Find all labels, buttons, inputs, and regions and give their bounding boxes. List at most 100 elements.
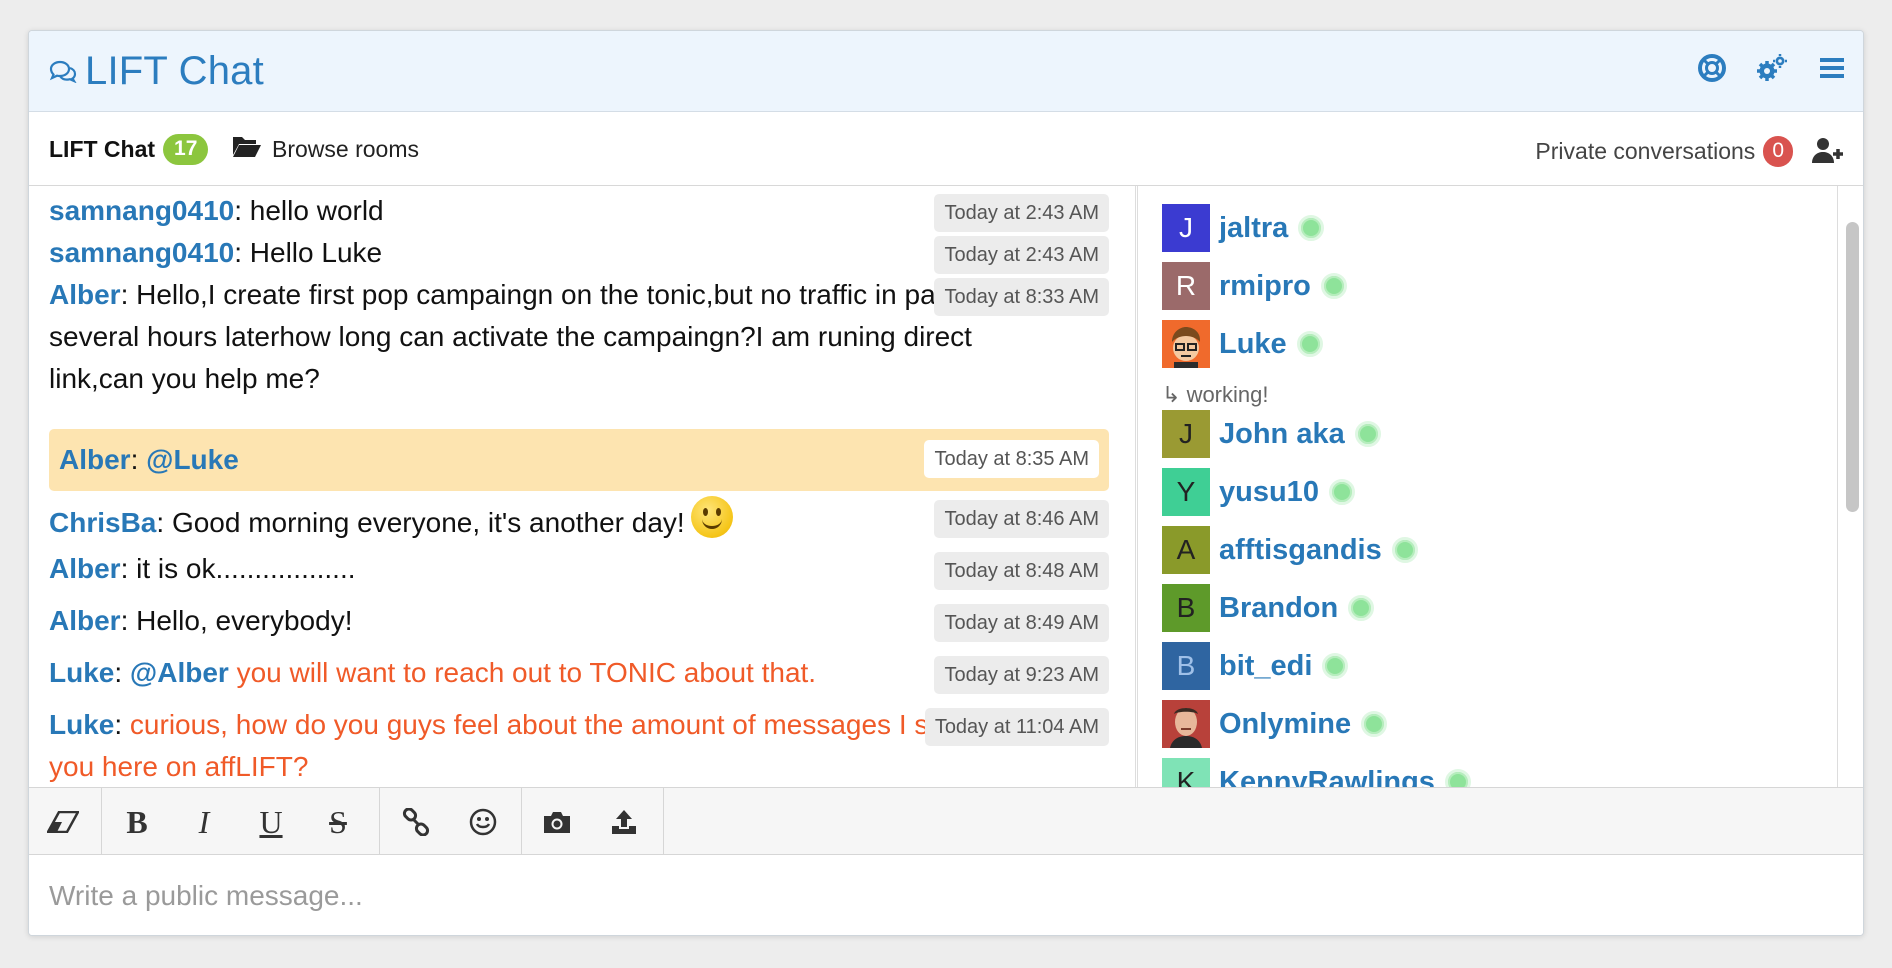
- user-list-item[interactable]: R rmipro: [1162, 262, 1347, 310]
- online-status-icon: [1444, 769, 1471, 787]
- avatar: R: [1162, 262, 1210, 310]
- camera-icon[interactable]: [537, 802, 577, 842]
- user-list-item[interactable]: J John aka: [1162, 410, 1381, 458]
- user-list-item[interactable]: J jaltra: [1162, 204, 1325, 252]
- online-status-icon: [1361, 711, 1388, 737]
- browse-rooms-button[interactable]: Browse rooms: [232, 134, 419, 164]
- message-timestamp: Today at 8:33 AM: [934, 278, 1109, 316]
- eraser-icon[interactable]: [43, 802, 83, 842]
- message-timestamp: Today at 9:23 AM: [934, 656, 1109, 694]
- message-item: Luke: curious, how do you guys feel abou…: [49, 704, 1109, 787]
- user-name[interactable]: afftisgandis: [1219, 534, 1382, 567]
- message-text: it is ok..................: [136, 553, 356, 584]
- message-item: ChrisBa: Good morning everyone, it's ano…: [49, 496, 1109, 544]
- user-list-item[interactable]: Onlymine: [1162, 700, 1388, 748]
- message-item: Alber: Hello,I create first pop campaing…: [49, 274, 1109, 400]
- toolbar-separator: [379, 788, 380, 854]
- user-name[interactable]: bit_edi: [1219, 650, 1312, 683]
- user-list-item[interactable]: Luke: [1162, 320, 1323, 368]
- avatar: K: [1162, 758, 1210, 787]
- message-mention[interactable]: @Alber: [130, 657, 229, 688]
- user-name[interactable]: jaltra: [1219, 212, 1288, 245]
- online-status-icon: [1354, 421, 1381, 447]
- help-lifebuoy-icon[interactable]: [1695, 51, 1729, 85]
- message-author[interactable]: Alber: [49, 605, 121, 636]
- user-list-item[interactable]: B bit_edi: [1162, 642, 1349, 690]
- message-text: you will want to reach out to TONIC abou…: [236, 657, 817, 688]
- user-list[interactable]: J jaltra R rmipro Luke ↳ working! J John…: [1137, 186, 1863, 787]
- smiley-icon[interactable]: [463, 802, 503, 842]
- message-text: Good morning everyone, it's another day!: [171, 507, 685, 538]
- message-author[interactable]: Alber: [49, 553, 121, 584]
- link-icon[interactable]: [396, 802, 436, 842]
- message-text: Hello Luke: [249, 237, 383, 268]
- user-name[interactable]: Brandon: [1219, 592, 1338, 625]
- user-list-scrollbar[interactable]: [1837, 186, 1863, 787]
- message-item-mention-highlight: Alber: @Luke Today at 8:35 AM: [49, 429, 1109, 491]
- upload-icon[interactable]: [604, 802, 644, 842]
- message-text: hello world: [249, 195, 384, 226]
- bold-button[interactable]: B: [117, 802, 157, 842]
- user-name[interactable]: John aka: [1219, 418, 1345, 451]
- online-status-icon: [1322, 653, 1349, 679]
- online-status-icon: [1296, 331, 1323, 357]
- avatar: [1162, 700, 1210, 748]
- message-timestamp: Today at 8:35 AM: [924, 440, 1099, 478]
- message-text: curious, how do you guys feel about the …: [49, 709, 976, 782]
- user-list-item[interactable]: B Brandon: [1162, 584, 1375, 632]
- message-author[interactable]: samnang0410: [49, 237, 234, 268]
- message-item: Luke: @Alber you will want to reach out …: [49, 652, 1109, 694]
- user-list-item[interactable]: K KennyRawlings: [1162, 758, 1471, 787]
- user-name[interactable]: yusu10: [1219, 476, 1319, 509]
- message-author[interactable]: Alber: [49, 279, 121, 310]
- message-timestamp: Today at 2:43 AM: [934, 236, 1109, 274]
- message-author[interactable]: samnang0410: [49, 195, 234, 226]
- menu-icon[interactable]: [1815, 51, 1849, 85]
- message-author[interactable]: Luke: [49, 709, 114, 740]
- online-status-icon: [1348, 595, 1375, 621]
- online-status-icon: [1320, 273, 1347, 299]
- settings-gears-icon[interactable]: [1755, 51, 1789, 85]
- avatar: B: [1162, 584, 1210, 632]
- underline-button[interactable]: U: [251, 802, 291, 842]
- user-status-message: ↳ working!: [1162, 382, 1268, 408]
- add-user-icon[interactable]: [1811, 136, 1845, 166]
- avatar: A: [1162, 526, 1210, 574]
- message-timestamp: Today at 8:46 AM: [934, 500, 1109, 538]
- online-status-icon: [1391, 537, 1418, 563]
- user-status-text: working!: [1186, 382, 1269, 407]
- message-text: Hello,I create first pop campaingn on th…: [49, 279, 972, 394]
- chat-header: LIFT Chat: [29, 31, 1863, 112]
- private-conversations-label: Private conversations: [1535, 138, 1756, 164]
- toolbar-separator: [521, 788, 522, 854]
- message-timestamp: Today at 8:48 AM: [934, 552, 1109, 590]
- photo-avatar-icon: [1162, 700, 1210, 748]
- user-name[interactable]: Luke: [1219, 328, 1287, 361]
- current-room[interactable]: LIFT Chat 17: [49, 134, 209, 165]
- message-author[interactable]: Luke: [49, 657, 114, 688]
- message-timestamp: Today at 2:43 AM: [934, 194, 1109, 232]
- app-title: LIFT Chat: [85, 48, 264, 93]
- user-list-item[interactable]: Y yusu10: [1162, 468, 1355, 516]
- private-conversations-button[interactable]: Private conversations 0: [1535, 136, 1793, 167]
- message-list[interactable]: samnang0410: hello world Today at 2:43 A…: [29, 186, 1136, 787]
- italic-button[interactable]: I: [184, 802, 224, 842]
- message-author[interactable]: ChrisBa: [49, 507, 156, 538]
- user-list-scrollbar-thumb[interactable]: [1846, 222, 1859, 512]
- online-status-icon: [1328, 479, 1355, 505]
- user-name[interactable]: Onlymine: [1219, 708, 1351, 741]
- avatar: B: [1162, 642, 1210, 690]
- chat-window: LIFT Chat LIFT Chat 17 Browse rooms Priv…: [28, 30, 1864, 936]
- strikethrough-button[interactable]: S: [318, 802, 358, 842]
- user-name[interactable]: KennyRawlings: [1219, 766, 1435, 788]
- message-mention[interactable]: @Luke: [146, 444, 239, 475]
- online-status-icon: [1298, 215, 1325, 241]
- message-item: samnang0410: Hello Luke Today at 2:43 AM: [49, 232, 1109, 274]
- toolbar-separator: [101, 788, 102, 854]
- message-input[interactable]: [29, 855, 1863, 935]
- user-list-item[interactable]: A afftisgandis: [1162, 526, 1418, 574]
- user-name[interactable]: rmipro: [1219, 270, 1311, 303]
- message-author[interactable]: Alber: [59, 444, 131, 475]
- room-name: LIFT Chat: [49, 136, 156, 162]
- message-item: Alber: Hello, everybody! Today at 8:49 A…: [49, 600, 1109, 642]
